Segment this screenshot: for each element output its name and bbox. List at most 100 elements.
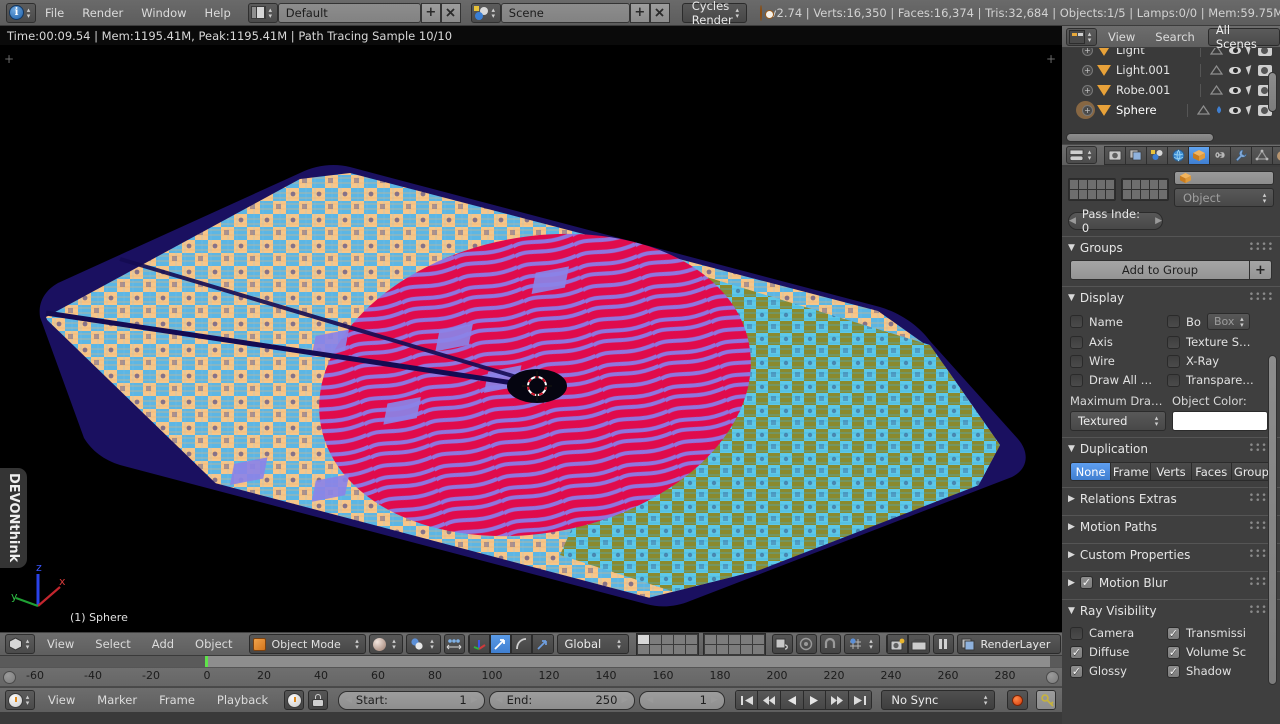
vp-menu-view[interactable]: View: [38, 633, 83, 655]
ray-check-camera[interactable]: Camera: [1070, 626, 1167, 640]
editor-type-selector-3dview[interactable]: ▴ ▾: [5, 634, 35, 654]
outliner-menu-search[interactable]: Search: [1146, 27, 1204, 47]
snap-toggle-button[interactable]: [819, 634, 841, 654]
chevron-updown-icon[interactable]: ▴ ▾: [733, 5, 742, 21]
layer-cell[interactable]: [637, 634, 649, 644]
duplication-options[interactable]: None Frame Verts Faces Group: [1070, 462, 1272, 481]
properties-tab-world[interactable]: [1167, 145, 1188, 165]
expand-icon[interactable]: +: [1082, 84, 1093, 96]
object-color-swatch[interactable]: [1172, 411, 1268, 431]
chevron-right-icon[interactable]: ▶: [711, 695, 718, 705]
panel-header-ray-visibility[interactable]: ▼ Ray Visibility •••• ••••: [1062, 599, 1280, 621]
layer-cell[interactable]: [661, 634, 673, 644]
mesh-data-icon[interactable]: [1210, 64, 1223, 76]
layer-cell[interactable]: [649, 644, 661, 654]
timeline-ruler[interactable]: -60 -40 -20 0 20 40 60 80 100 120 140 16…: [0, 667, 1062, 687]
display-check-name[interactable]: Name: [1070, 313, 1167, 330]
checkbox[interactable]: [1167, 626, 1180, 640]
auto-keyframe-button[interactable]: [1007, 690, 1028, 710]
layer-cell[interactable]: [740, 644, 752, 654]
pause-render-button[interactable]: [932, 634, 954, 654]
devonthink-side-tab[interactable]: DEVONthink: [0, 468, 27, 568]
timeline-menu-playback[interactable]: Playback: [208, 688, 277, 712]
checkbox[interactable]: [1167, 373, 1180, 387]
material-drop-icon[interactable]: [1215, 105, 1223, 115]
pivot-point-selector[interactable]: ▴ ▾: [405, 634, 441, 654]
chevron-updown-icon[interactable]: ▴ ▾: [353, 636, 362, 652]
mesh-data-icon[interactable]: [1210, 48, 1223, 56]
max-draw-type-selector[interactable]: Textured ▴ ▾: [1070, 411, 1166, 431]
panel-header-groups[interactable]: ▼ Groups •••• ••••: [1062, 236, 1280, 258]
current-frame-field[interactable]: ◀ 1 ▶: [639, 690, 725, 710]
chevron-updown-icon[interactable]: ▴ ▾: [981, 692, 990, 708]
fast-forward-button[interactable]: [826, 691, 849, 709]
chevron-updown-icon[interactable]: ▴ ▾: [23, 636, 32, 652]
transform-orientation-selector[interactable]: Global ▴ ▾: [556, 634, 629, 654]
checkbox[interactable]: [1167, 315, 1180, 328]
chevron-updown-icon[interactable]: ▴ ▾: [1237, 314, 1246, 330]
panel-header-custom-properties[interactable]: ▶ Custom Properties •••• ••••: [1062, 543, 1280, 565]
checkbox[interactable]: [1070, 354, 1083, 368]
use-preview-range-button[interactable]: [284, 690, 305, 710]
checkbox[interactable]: [1167, 664, 1180, 678]
outliner-menu-view[interactable]: View: [1099, 27, 1144, 47]
expand-icon[interactable]: +: [1082, 64, 1093, 76]
bounds-type-selector[interactable]: Box ▴ ▾: [1206, 313, 1251, 330]
viewport-shading-selector[interactable]: ▴ ▾: [368, 634, 403, 654]
menu-file[interactable]: File: [36, 1, 73, 25]
render-image-button[interactable]: [886, 635, 908, 653]
panel-header-relations-extras[interactable]: ▶ Relations Extras •••• ••••: [1062, 487, 1280, 509]
layer-cell[interactable]: [704, 634, 716, 644]
chevron-updown-icon[interactable]: ▴ ▾: [428, 636, 437, 652]
ray-check-diffuse[interactable]: Diffuse: [1070, 645, 1167, 659]
ruler-handle-right[interactable]: [1046, 671, 1059, 684]
play-reverse-button[interactable]: [781, 691, 804, 709]
chevron-left-icon[interactable]: ◀: [646, 695, 653, 705]
visibility-eye-icon[interactable]: [1228, 48, 1242, 55]
properties-tab-render[interactable]: [1104, 145, 1125, 165]
checkbox[interactable]: [1070, 645, 1083, 659]
panel-header-motion-blur[interactable]: ▶ Motion Blur ••••••••: [1062, 571, 1280, 593]
outliner-horizontal-scrollbar[interactable]: [1066, 133, 1214, 142]
duplication-option-frame[interactable]: Frame: [1111, 463, 1152, 480]
outliner-row-sphere[interactable]: + Sphere: [1062, 100, 1280, 120]
add-to-group-row[interactable]: Add to Group +: [1070, 260, 1272, 280]
outliner-row-icons[interactable]: [1183, 103, 1280, 117]
ray-check-shadow[interactable]: Shadow: [1167, 664, 1264, 678]
expand-icon[interactable]: +: [1082, 48, 1093, 56]
manipulator-toggle-button[interactable]: [443, 634, 465, 654]
layer-cell[interactable]: [752, 634, 764, 644]
layer-cell[interactable]: [704, 644, 716, 654]
editor-type-selector-timeline[interactable]: ▴ ▾: [5, 690, 35, 710]
display-check-bounds[interactable]: Bo Box ▴ ▾: [1167, 313, 1264, 330]
timeline-editor[interactable]: -60 -40 -20 0 20 40 60 80 100 120 140 16…: [0, 656, 1062, 724]
outliner-row-light[interactable]: + Light: [1062, 48, 1280, 60]
play-button[interactable]: [803, 691, 827, 709]
proportional-edit-button[interactable]: [795, 634, 817, 654]
checkbox[interactable]: [1070, 626, 1083, 640]
playback-transport-controls[interactable]: [734, 690, 873, 710]
chevron-updown-icon[interactable]: ▴ ▾: [1152, 413, 1161, 429]
mesh-data-icon[interactable]: [1197, 104, 1210, 116]
chevron-updown-icon[interactable]: ▴ ▾: [867, 636, 876, 652]
viewport-toolshelf-handle-right[interactable]: +: [1046, 52, 1056, 66]
checkbox[interactable]: [1070, 335, 1083, 349]
scene-browse[interactable]: ▴ ▾: [470, 2, 501, 23]
properties-tab-object[interactable]: [1188, 145, 1209, 165]
properties-tab-row[interactable]: [1104, 145, 1280, 165]
timeline-horizontal-scrollbar[interactable]: [0, 656, 1062, 667]
mesh-data-icon[interactable]: [1210, 84, 1223, 96]
sync-mode-selector[interactable]: No Sync ▴ ▾: [881, 690, 996, 710]
selectability-cursor-icon[interactable]: [1245, 105, 1255, 115]
layer-group-1[interactable]: [635, 633, 699, 655]
render-shortcut-group[interactable]: [885, 634, 930, 654]
chevron-updown-icon[interactable]: ▴ ▾: [489, 5, 498, 21]
layer-cell[interactable]: [637, 644, 649, 654]
jump-to-start-button[interactable]: [735, 691, 759, 709]
chevron-right-icon[interactable]: ▶: [1155, 216, 1162, 226]
end-frame-field[interactable]: ◀ End: 250 ▶: [488, 690, 636, 710]
layer-cell[interactable]: [685, 634, 697, 644]
chevron-updown-icon[interactable]: ▴ ▾: [1085, 29, 1094, 45]
ray-check-volume-scatter[interactable]: Volume Sc: [1167, 645, 1264, 659]
checkbox[interactable]: [1167, 354, 1180, 368]
